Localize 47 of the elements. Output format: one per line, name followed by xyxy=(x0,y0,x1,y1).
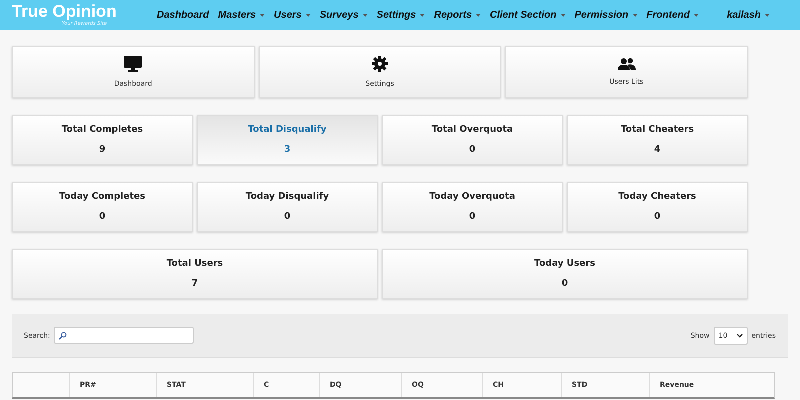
stat-value: 0 xyxy=(284,212,291,222)
stat-label: Today Completes xyxy=(60,192,146,202)
nav-menu-item[interactable]: Reports xyxy=(434,10,482,20)
stat-value: 0 xyxy=(469,212,476,222)
stat-card[interactable]: Today Users 0 xyxy=(382,249,748,299)
caret-icon xyxy=(765,14,770,16)
stat-value: 4 xyxy=(654,145,661,155)
nav-menu-item[interactable]: Frontend xyxy=(646,10,699,20)
users-icon xyxy=(618,58,636,70)
stat-value: 0 xyxy=(99,212,106,222)
stat-card[interactable]: Today Disqualify 0 xyxy=(197,182,378,232)
stat-label: Today Overquota xyxy=(430,192,516,202)
user-menu[interactable]: kailash xyxy=(727,10,770,20)
chevron-icon xyxy=(736,334,743,338)
stat-label: Total Disqualify xyxy=(248,125,327,135)
stat-card[interactable]: Total Completes 9 xyxy=(12,115,193,165)
stat-label: Today Disqualify xyxy=(246,192,330,202)
stat-value: 7 xyxy=(192,279,198,289)
nav-menu-item[interactable]: Surveys xyxy=(320,10,368,20)
nav-menu-item[interactable]: Client Section xyxy=(490,10,566,20)
nav-menu-item[interactable]: Permission xyxy=(574,10,638,20)
nav-menu-item[interactable]: Settings xyxy=(376,10,426,20)
nav-menu-item[interactable]: Dashboard xyxy=(157,10,210,20)
stat-label: Total Overquota xyxy=(432,125,514,135)
stat-value: 9 xyxy=(99,145,106,155)
stat-label: Total Cheaters xyxy=(620,125,694,135)
stat-card[interactable]: Total Disqualify 3 xyxy=(197,115,378,165)
stat-label: Today Cheaters xyxy=(618,192,696,202)
search-icon xyxy=(59,332,68,340)
stat-card[interactable]: Today Overquota 0 xyxy=(382,182,563,232)
nav-menu-item[interactable]: Masters xyxy=(218,10,266,20)
stat-label: Total Users xyxy=(166,259,224,269)
stat-value: 0 xyxy=(654,212,661,222)
stat-card[interactable]: Total Cheaters 4 xyxy=(567,115,748,165)
stat-label: Today Users xyxy=(534,259,596,269)
stat-value: 0 xyxy=(469,145,476,155)
settings-icon xyxy=(372,56,388,72)
stat-card[interactable]: Today Completes 0 xyxy=(12,182,193,232)
nav-menu-item[interactable]: Users xyxy=(274,10,311,20)
stat-card[interactable]: Total Overquota 0 xyxy=(382,115,563,165)
search-field[interactable] xyxy=(54,327,194,344)
stat-value: 3 xyxy=(284,145,291,155)
stat-card[interactable]: Today Cheaters 0 xyxy=(567,182,748,232)
monitor-icon xyxy=(124,56,142,72)
stat-label: Total Completes xyxy=(62,125,144,135)
stat-value: 0 xyxy=(562,279,568,289)
stat-card[interactable]: Total Users 7 xyxy=(12,249,378,299)
